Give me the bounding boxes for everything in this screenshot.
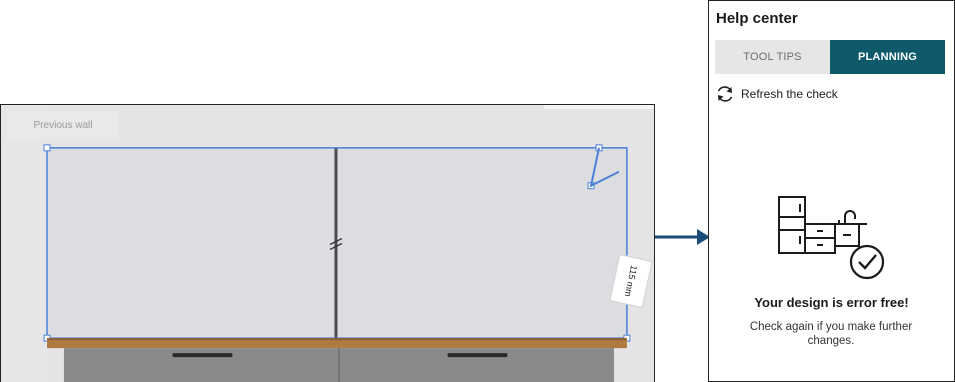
status-title: Your design is error free! xyxy=(754,295,909,310)
arrow-right-icon xyxy=(655,229,710,245)
countertop-edge xyxy=(47,338,627,341)
drawer-handle-right xyxy=(447,353,508,358)
refresh-check-button[interactable]: Refresh the check xyxy=(715,84,838,104)
previous-wall-button[interactable]: Previous wall xyxy=(7,111,119,139)
refresh-check-label: Refresh the check xyxy=(741,87,838,101)
dimension-label-text: 115 mm xyxy=(622,264,640,298)
help-tabs: TOOL TIPS PLANNING xyxy=(715,40,945,74)
wall-left-area xyxy=(1,105,48,382)
tab-tool-tips[interactable]: TOOL TIPS xyxy=(715,40,830,74)
drawer-handle-left xyxy=(172,353,233,358)
planner-canvas[interactable] xyxy=(1,105,654,382)
planner-view[interactable]: Previous wall 115 mm xyxy=(0,104,655,382)
toolbar-strip xyxy=(544,105,654,109)
help-center-title: Help center xyxy=(716,10,798,27)
cabinet-door-left xyxy=(47,147,336,339)
selection-handle xyxy=(43,144,51,152)
kitchen-check-icon xyxy=(778,196,885,280)
cabinet-door-right xyxy=(335,147,627,339)
tab-planning[interactable]: PLANNING xyxy=(830,40,945,74)
refresh-icon xyxy=(717,86,733,102)
status-subtitle: Check again if you make further changes. xyxy=(749,321,913,347)
